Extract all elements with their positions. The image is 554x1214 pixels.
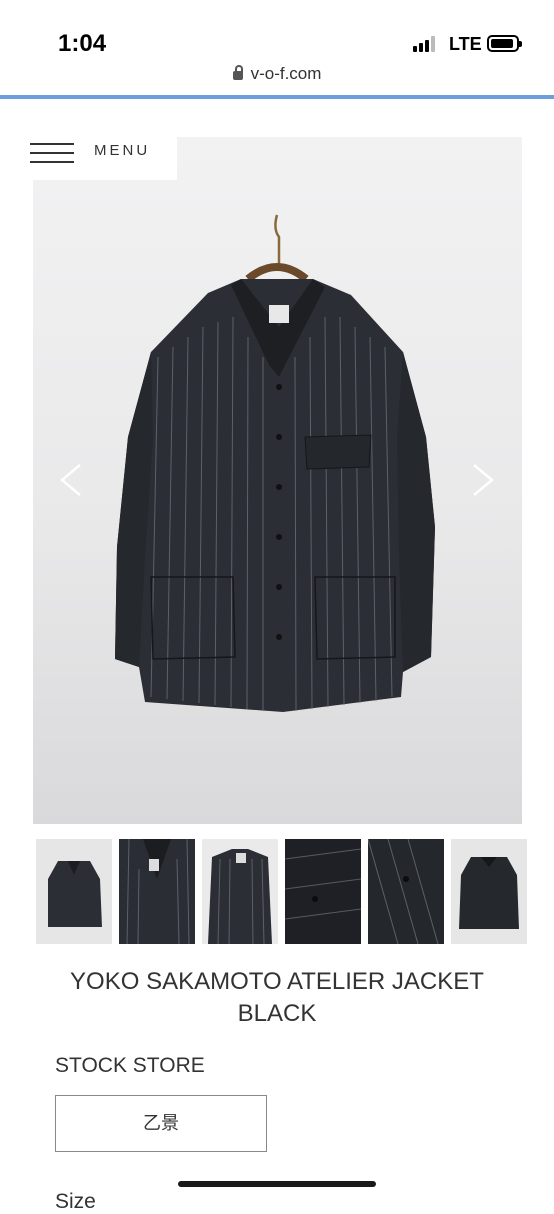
menu-label: MENU <box>94 142 151 159</box>
network-type: LTE <box>449 34 482 54</box>
thumbnail-4[interactable] <box>285 839 361 944</box>
status-bar: 1:04 LTE <box>0 0 554 64</box>
thumbnail-6[interactable] <box>451 839 527 944</box>
size-label: Size <box>55 1190 96 1213</box>
thumbnail-1[interactable] <box>36 839 112 944</box>
lock-icon <box>232 65 243 80</box>
product-title-line2: BLACK <box>237 1000 317 1027</box>
store-button[interactable]: 乙景 <box>55 1095 267 1152</box>
stock-store-label: STOCK STORE <box>55 1054 205 1077</box>
battery-icon <box>487 35 522 52</box>
clock: 1:04 <box>58 30 107 57</box>
url-text: v-o-f.com <box>250 64 322 83</box>
thumbnail-5[interactable] <box>368 839 444 944</box>
product-title-line1: YOKO SAKAMOTO ATELIER JACKET <box>70 968 484 995</box>
thumbnail-3[interactable] <box>202 839 278 944</box>
product-title: YOKO SAKAMOTO ATELIER JACKET BLACK <box>0 966 554 1030</box>
home-indicator[interactable] <box>178 1181 376 1187</box>
address-bar[interactable]: v-o-f.com <box>0 64 554 94</box>
hamburger-icon <box>30 143 74 165</box>
product-main-image[interactable] <box>33 137 522 824</box>
page-load-bar <box>0 95 554 99</box>
previous-image-arrow[interactable] <box>58 463 84 497</box>
menu-button[interactable]: MENU <box>0 137 177 180</box>
thumbnail-2[interactable] <box>119 839 195 944</box>
next-image-arrow[interactable] <box>470 463 496 497</box>
